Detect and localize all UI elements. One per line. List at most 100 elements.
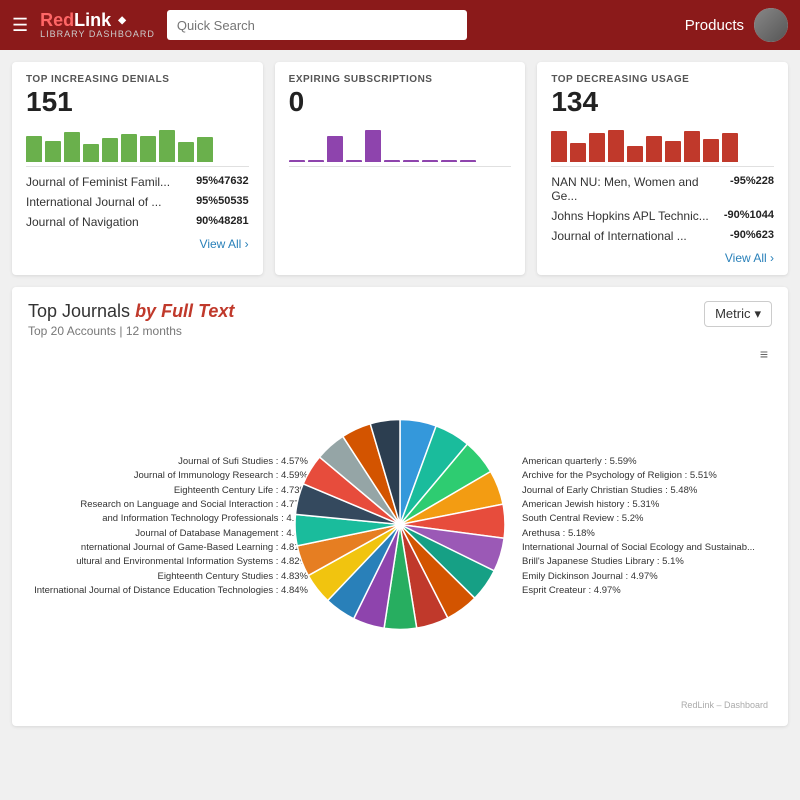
bar [178, 142, 194, 161]
journal-stat: 95%50535 [196, 195, 249, 207]
journal-name: International Journal of ... [26, 195, 190, 209]
bar [703, 139, 719, 162]
bar [308, 160, 324, 162]
bar [365, 130, 381, 162]
journal-name: Journal of International ... [551, 229, 724, 243]
logo-area: RedLink ◆ Library Dashboard [40, 11, 155, 39]
journal-stat: -95%228 [730, 175, 774, 187]
journal-stat: -90%1044 [724, 209, 774, 221]
journal-stat: 90%48281 [196, 215, 249, 227]
bar [327, 136, 343, 162]
bar [346, 160, 362, 162]
decreasing-card: TOP DECREASING USAGE 134 NAN NU: Men, Wo… [537, 62, 788, 275]
bar [551, 131, 567, 161]
denials-card: TOP INCREASING DENIALS 151 Journal of Fe… [12, 62, 263, 275]
bar [570, 143, 586, 162]
metric-label: Metric [715, 306, 750, 321]
search-input[interactable] [167, 10, 467, 40]
pie-label: nternational Journal of Game-Based Learn… [28, 542, 308, 554]
bar [422, 160, 438, 162]
pie-label: Journal of Early Christian Studies : 5.4… [522, 485, 772, 497]
pie-label: Eighteenth Century Studies : 4.83% [28, 571, 308, 583]
denials-journal-list: Journal of Feminist Famil... 95%47632 Inte… [26, 175, 249, 229]
bar [684, 131, 700, 161]
pie-label: Emily Dickinson Journal : 4.97% [522, 571, 772, 583]
pie-label: Brill's Japanese Studies Library : 5.1% [522, 556, 772, 568]
pie-label: Arethusa : 5.18% [522, 528, 772, 540]
products-label[interactable]: Products [685, 17, 744, 34]
avatar-image [754, 8, 788, 42]
bar [646, 136, 662, 161]
pie-label: Journal of Sufi Studies : 4.57% [28, 456, 308, 468]
pie-label: Eighteenth Century Life : 4.73% [28, 485, 308, 497]
pie-header: Top Journals by Full Text Top 20 Account… [28, 301, 772, 338]
decreasing-journal-list: NAN NU: Men, Women and Ge... -95%228 Johns… [551, 175, 774, 243]
journal-name: Journal of Navigation [26, 215, 190, 229]
denials-view-all[interactable]: View All › [26, 237, 249, 251]
pie-label: International Journal of Distance Educat… [28, 585, 308, 597]
expiring-chart [289, 127, 512, 167]
decreasing-view-all[interactable]: View All › [551, 251, 774, 265]
pie-chart [290, 414, 510, 639]
pie-title-plain: Top Journals [28, 301, 135, 321]
bar [83, 144, 99, 161]
app-header: ☰ RedLink ◆ Library Dashboard Products [0, 0, 800, 50]
metric-button[interactable]: Metric ▾ [704, 301, 772, 327]
pie-labels-left: Journal of Sufi Studies : 4.57% Journal o… [28, 342, 308, 712]
pie-label: American quarterly : 5.59% [522, 456, 772, 468]
bar [121, 134, 137, 162]
stats-row: TOP INCREASING DENIALS 151 Journal of Fe… [0, 50, 800, 287]
footer-label: RedLink – Dashboard [681, 700, 768, 710]
journal-name: NAN NU: Men, Women and Ge... [551, 175, 724, 203]
pie-container: ≡ Journal of Sufi Studies : 4.57%Journal… [28, 342, 772, 712]
bar [441, 160, 457, 162]
decreasing-number: 134 [551, 85, 774, 119]
journal-row: Journal of Navigation 90%48281 [26, 215, 249, 229]
denials-label: TOP INCREASING DENIALS [26, 74, 249, 85]
expiring-card: EXPIRING SUBSCRIPTIONS 0 [275, 62, 526, 275]
header-right: Products [685, 8, 788, 42]
bar [665, 141, 681, 162]
bar [140, 136, 156, 162]
menu-icon[interactable]: ☰ [12, 15, 28, 36]
decreasing-label: TOP DECREASING USAGE [551, 74, 774, 85]
journal-row: Johns Hopkins APL Technic... -90%1044 [551, 209, 774, 223]
bar [159, 130, 175, 162]
pie-label: Archive for the Psychology of Religion :… [522, 470, 772, 482]
journal-stat: 95%47632 [196, 175, 249, 187]
pie-label: International Journal of Social Ecology … [522, 542, 772, 554]
bar [627, 146, 643, 162]
journal-row: Journal of International ...-90%623 [551, 229, 774, 243]
bar [45, 141, 61, 162]
journal-name: Journal of Feminist Famil... [26, 175, 190, 189]
pie-labels-right: American quarterly : 5.59% Archive for th… [522, 342, 772, 712]
logo-subtitle: Library Dashboard [40, 29, 155, 39]
bar [722, 133, 738, 161]
avatar[interactable] [754, 8, 788, 42]
bar [26, 136, 42, 162]
pie-label: and Information Technology Professionals… [28, 513, 308, 525]
bar [197, 137, 213, 161]
pie-label: South Central Review : 5.2% [522, 513, 772, 525]
bar [608, 130, 624, 162]
journal-name: Johns Hopkins APL Technic... [551, 209, 718, 223]
expiring-label: EXPIRING SUBSCRIPTIONS [289, 74, 512, 85]
bar [460, 160, 476, 162]
pie-label: ultural and Environmental Information Sy… [28, 556, 308, 568]
journal-row: Journal of Feminist Famil... 95%47632 [26, 175, 249, 189]
denials-chart [26, 127, 249, 167]
pie-title: Top Journals by Full Text [28, 301, 234, 322]
pie-label: American Jewish history : 5.31% [522, 499, 772, 511]
chevron-down-icon: ▾ [754, 306, 761, 322]
decreasing-chart [551, 127, 774, 167]
pie-section: Top Journals by Full Text Top 20 Account… [12, 287, 788, 726]
pie-subtitle: Top 20 Accounts | 12 months [28, 324, 234, 338]
journal-row: NAN NU: Men, Women and Ge... -95%228 [551, 175, 774, 203]
journal-row: International Journal of ... 95%50535 [26, 195, 249, 209]
expiring-number: 0 [289, 85, 512, 119]
pie-label: Esprit Createur : 4.97% [522, 585, 772, 597]
bar [589, 133, 605, 161]
pie-label: Journal of Immunology Research : 4.59% [28, 470, 308, 482]
bar [289, 160, 305, 162]
pie-label: Research on Language and Social Interact… [28, 499, 308, 511]
